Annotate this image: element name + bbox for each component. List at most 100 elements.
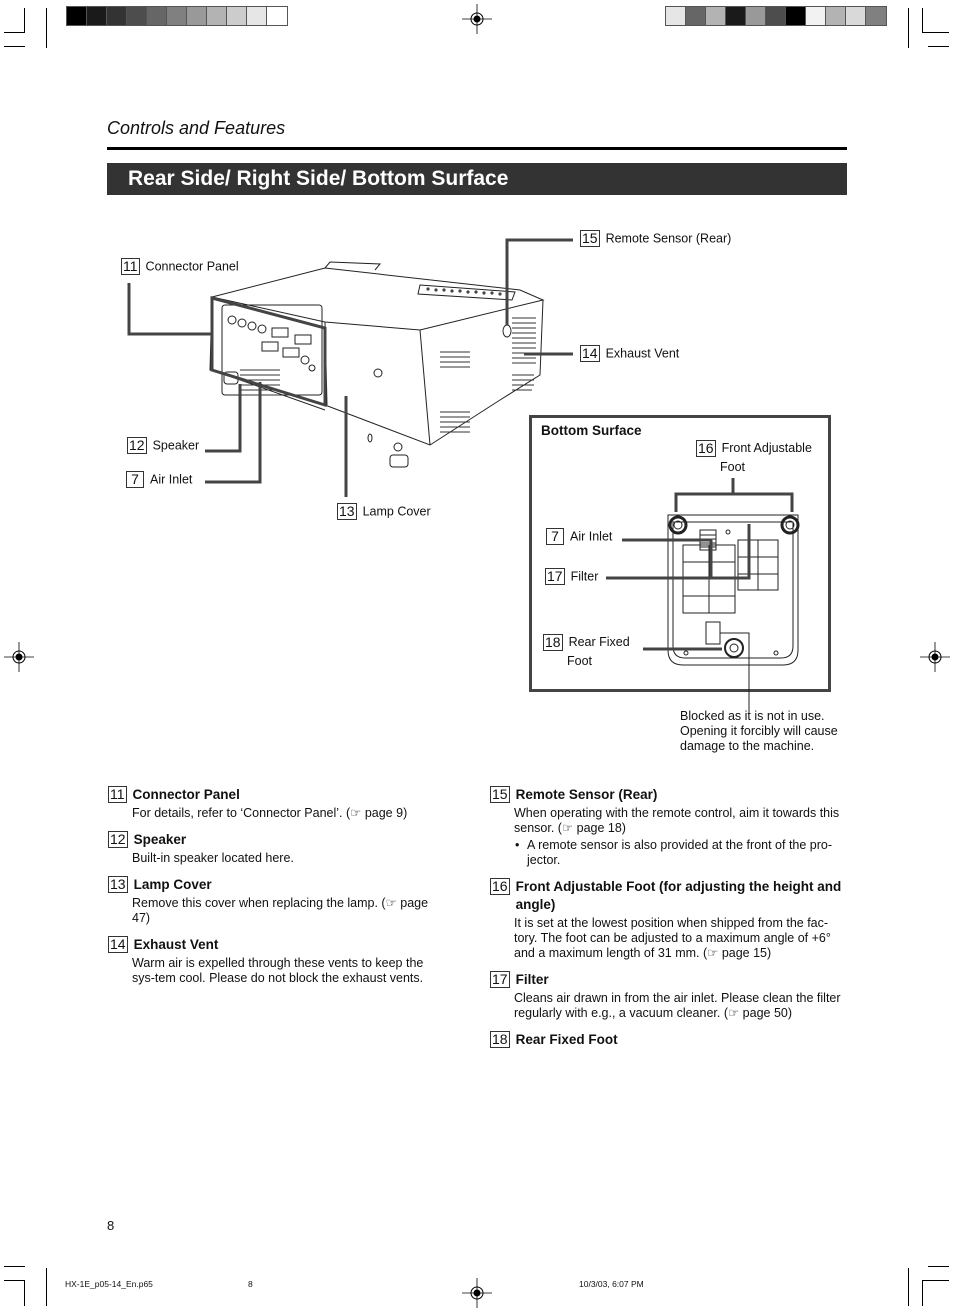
description-heading: 15 Remote Sensor (Rear) [490,786,848,804]
callout-air-inlet: 7 Air Inlet [126,471,192,488]
description-heading: 12 Speaker [108,831,443,849]
description-item: 17 Filter Cleans air drawn in from the air… [490,971,848,1021]
callout-rear-fixed-foot: 18 Rear Fixed Foot [543,633,630,671]
description-heading: 18 Rear Fixed Foot [490,1031,848,1049]
description-heading: 16 Front Adjustable Foot (for adjusting t… [490,878,848,914]
item-number: 15 [490,786,510,803]
item-bullet: • A remote sensor is also provided at the… [490,838,848,868]
crop-mark [4,1280,25,1281]
callout-remote-sensor: 15 Remote Sensor (Rear) [580,230,731,247]
callout-front-adjustable-foot: 16 Front Adjustable Foot [696,439,812,477]
crop-mark [24,8,25,32]
color-swatch [826,7,846,25]
crop-mark [4,32,25,33]
header-rule [107,147,847,150]
item-number: 14 [108,936,128,953]
description-item: 12 Speaker Built-in speaker located here. [108,831,443,866]
crop-mark [928,46,949,47]
callout-label: Air Inlet [150,472,193,487]
crop-mark [46,8,47,48]
callout-number: 13 [337,503,357,520]
color-swatch [87,7,107,25]
description-item: 13 Lamp Cover Remove this cover when repla… [108,876,443,926]
item-number: 11 [108,786,127,803]
color-swatch [147,7,167,25]
registration-mark-icon [4,642,34,672]
page-title-banner: Rear Side/ Right Side/ Bottom Surface [107,163,847,195]
callout-filter: 17 Filter [545,568,598,585]
registration-mark-icon [920,642,950,672]
item-title: Rear Fixed Foot [515,1032,618,1047]
callout-label: Lamp Cover [362,504,431,519]
color-swatch [207,7,227,25]
callout-number: 7 [126,471,144,488]
color-swatch [67,7,87,25]
crop-mark [922,1280,923,1306]
crop-mark [4,1266,25,1267]
color-swatch [666,7,686,25]
callout-label: Speaker [152,438,200,453]
callout-label-cont: Foot [567,654,593,668]
crop-mark [928,1266,949,1267]
crop-mark [922,8,923,32]
item-title: Speaker [133,832,187,847]
color-swatch [167,7,187,25]
callout-connector-panel: 11 Connector Panel [121,258,239,275]
description-list-left: 11 Connector Panel For details, refer to ‘… [108,786,443,996]
color-swatch [127,7,147,25]
callout-number: 12 [127,437,147,454]
color-swatch [247,7,267,25]
blocked-port-note: Blocked as it is not in use. Opening it … [680,709,838,753]
item-number: 17 [490,971,510,988]
item-title: Exhaust Vent [133,937,219,952]
crop-mark [908,1268,909,1306]
description-heading: 14 Exhaust Vent [108,936,443,954]
callout-exhaust-vent: 14 Exhaust Vent [580,345,679,362]
description-heading: 17 Filter [490,971,848,989]
crop-mark [46,1268,47,1306]
callout-label: Air Inlet [570,529,613,544]
section-title: Controls and Features [107,118,286,138]
callout-number: 18 [543,634,563,652]
color-swatch [726,7,746,25]
callout-number: 15 [580,230,600,247]
color-swatch [686,7,706,25]
color-swatch [267,7,287,25]
color-swatch [866,7,886,25]
color-swatch [806,7,826,25]
item-title: Filter [515,972,549,987]
item-body: When operating with the remote control, … [514,806,840,835]
color-swatch [766,7,786,25]
description-item: 16 Front Adjustable Foot (for adjusting t… [490,878,848,961]
callout-label: Rear Fixed [568,635,630,649]
callout-label: Connector Panel [145,259,239,274]
item-number: 13 [108,876,128,893]
color-swatch [706,7,726,25]
callout-label-cont: Foot [720,460,746,474]
item-body: For details, refer to ‘Connector Panel’.… [132,806,408,820]
crop-mark [908,8,909,48]
item-title: Front Adjustable Foot (for adjusting the… [515,879,842,912]
description-item: 14 Exhaust Vent Warm air is expelled throu… [108,936,443,986]
callout-label: Exhaust Vent [605,346,680,361]
description-item: 15 Remote Sensor (Rear) When operating wit… [490,786,848,868]
item-title: Lamp Cover [133,877,212,892]
color-swatch [786,7,806,25]
description-list-right: 15 Remote Sensor (Rear) When operating wit… [490,786,848,1059]
item-body: Cleans air drawn in from the air inlet. … [514,991,841,1020]
description-item: 11 Connector Panel For details, refer to ‘… [108,786,443,821]
callout-number: 14 [580,345,600,362]
registration-mark-icon [462,1278,492,1308]
registration-mark-icon [462,4,492,34]
callout-speaker: 12 Speaker [127,437,199,454]
item-title: Connector Panel [132,787,240,802]
color-swatch [746,7,766,25]
color-swatch [107,7,127,25]
footer-file-page: 8 [248,1279,253,1289]
callout-number: 11 [121,258,140,275]
color-swatch [187,7,207,25]
callout-number: 16 [696,440,716,458]
item-body: Remove this cover when replacing the lam… [132,896,429,925]
callout-label: Remote Sensor (Rear) [605,231,732,246]
item-number: 18 [490,1031,510,1048]
